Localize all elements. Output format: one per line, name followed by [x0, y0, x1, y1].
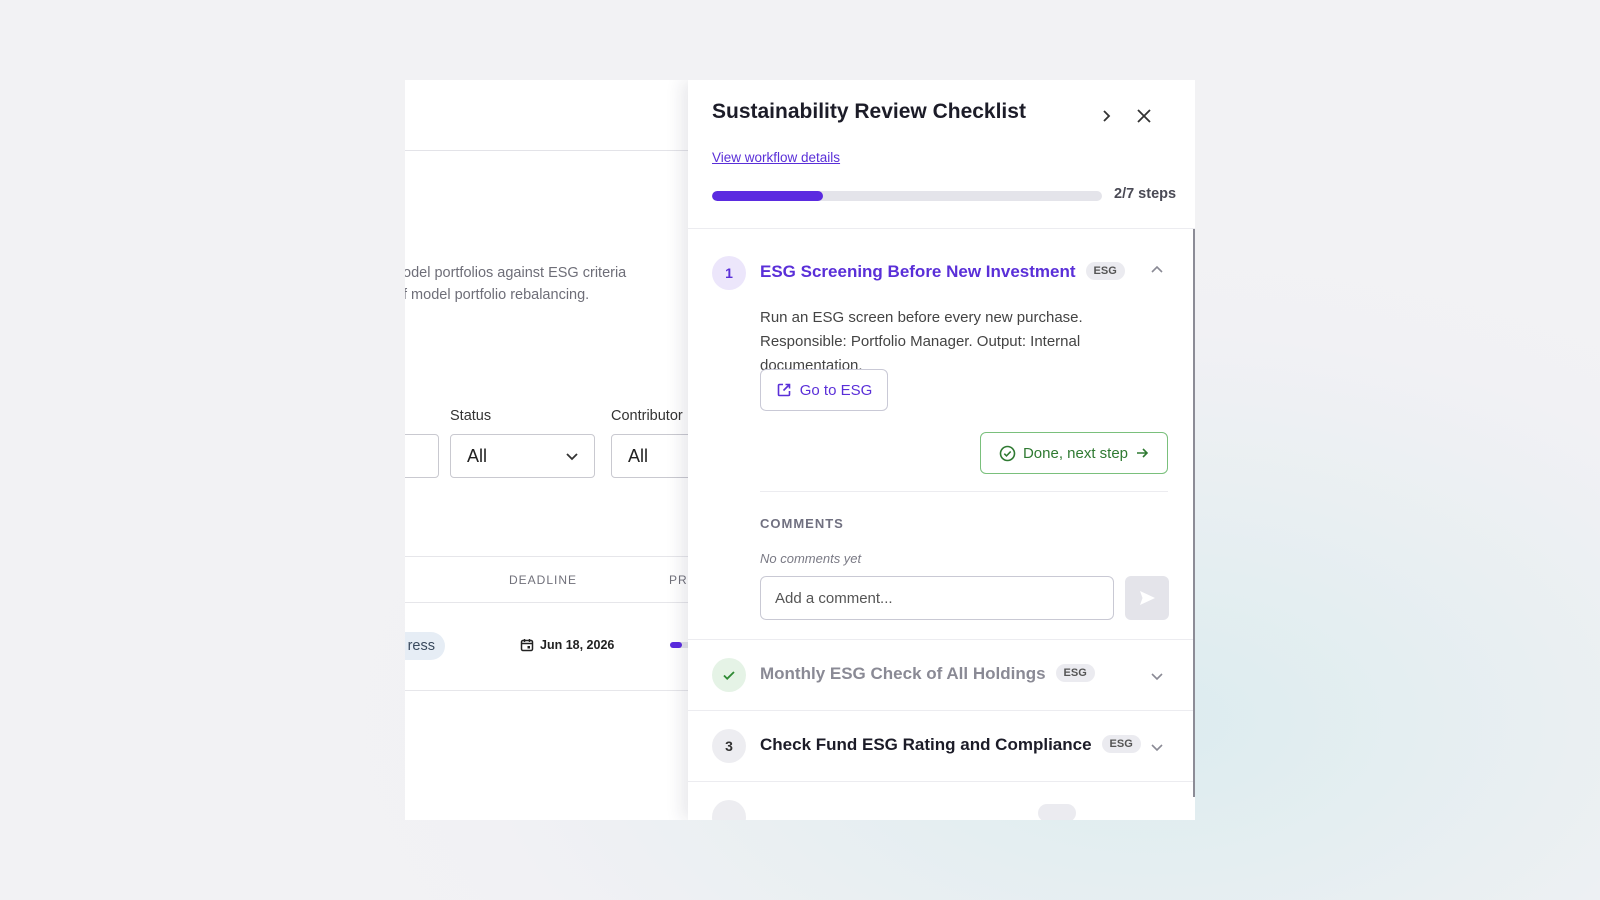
step-tag [1038, 804, 1076, 820]
panel-title: Sustainability Review Checklist [712, 100, 1026, 123]
status-filter-value: All [467, 445, 488, 466]
steps-progress-label: 2/7 steps [1114, 186, 1177, 202]
step-completed-badge [712, 658, 746, 692]
no-comments-text: No comments yet [760, 551, 862, 566]
check-circle-icon [999, 445, 1016, 461]
chevron-up-icon[interactable] [1149, 262, 1165, 278]
comment-input[interactable] [760, 576, 1114, 620]
status-filter-label: Status [450, 408, 492, 424]
status-filter-select[interactable]: All [450, 434, 595, 478]
comments-heading: COMMENTS [760, 516, 844, 531]
description-line-1: odel portfolios against ESG criteria [405, 265, 627, 281]
close-icon [1137, 109, 1151, 123]
step-number-badge: 1 [712, 256, 746, 290]
app-frame: odel portfolios against ESG criteria f m… [405, 80, 1195, 820]
table-row[interactable]: ress Jun 18, 2026 [405, 602, 710, 691]
description-line-2: f model portfolio rebalancing. [405, 287, 590, 303]
contributor-filter-value: All [628, 445, 649, 466]
status-badge-text: ress [407, 638, 435, 654]
step-item-3[interactable]: 3 Check Fund ESG Rating and Compliance ES… [688, 711, 1193, 782]
checklist-panel: Sustainability Review Checklist View wor… [688, 80, 1195, 820]
deadline-text: Jun 18, 2026 [540, 638, 615, 652]
steps-list[interactable]: 1 ESG Screening Before New Investment ESG… [688, 229, 1195, 820]
contributor-filter-label: Contributor [611, 408, 683, 424]
table-header: DEADLINE PRO [405, 556, 697, 603]
step-tag: ESG [1055, 663, 1095, 682]
scrollbar[interactable] [1193, 229, 1195, 797]
panel-header: Sustainability Review Checklist View wor… [688, 80, 1195, 229]
steps-progress-fill [712, 191, 824, 201]
step-title: Monthly ESG Check of All Holdings [760, 664, 1046, 683]
close-panel-button[interactable] [1132, 104, 1156, 128]
calendar-icon [520, 639, 534, 652]
step-title: Check Fund ESG Rating and Compliance [760, 735, 1092, 754]
chevron-down-icon[interactable] [1149, 739, 1165, 755]
step-tag: ESG [1085, 261, 1125, 280]
step-header-1[interactable]: ESG Screening Before New Investment ESG [760, 261, 1125, 282]
step-tag: ESG [1101, 734, 1141, 753]
step-header-2: Monthly ESG Check of All Holdings ESG [760, 663, 1095, 684]
step-item-1: 1 ESG Screening Before New Investment ESG… [688, 229, 1193, 640]
comments-divider [760, 491, 1168, 492]
chevron-down-icon [566, 453, 578, 461]
step-header-3: Check Fund ESG Rating and Compliance ESG [760, 734, 1141, 755]
send-comment-button[interactable] [1125, 576, 1169, 620]
background-topbar [405, 80, 695, 151]
check-icon [723, 671, 735, 680]
collapse-panel-button[interactable] [1094, 104, 1118, 128]
step-description: Run an ESG screen before every new purch… [760, 309, 1083, 374]
step-number-badge [712, 800, 746, 820]
steps-progress-bar [712, 191, 1102, 201]
done-next-step-label: Done, next step [1022, 444, 1129, 462]
done-next-step-button[interactable]: Done, next step [980, 432, 1168, 474]
arrow-right-icon [1137, 448, 1149, 458]
background-page: odel portfolios against ESG criteria f m… [405, 80, 731, 820]
deadline-cell: Jun 18, 2026 [520, 638, 614, 652]
search-filter-input[interactable] [405, 434, 439, 478]
row-progress-fill [670, 642, 682, 648]
column-deadline: DEADLINE [509, 573, 578, 587]
status-badge: ress [405, 632, 445, 660]
view-workflow-link[interactable]: View workflow details [712, 150, 840, 165]
chevron-down-icon[interactable] [1149, 668, 1165, 684]
chevron-right-icon [1103, 110, 1111, 122]
background-description: odel portfolios against ESG criteria f m… [405, 262, 695, 306]
step-number-badge: 3 [712, 729, 746, 763]
go-to-esg-label: Go to ESG [799, 381, 873, 399]
step-title: ESG Screening Before New Investment [760, 262, 1076, 281]
go-to-esg-button[interactable]: Go to ESG [760, 369, 888, 411]
external-link-icon [777, 383, 791, 397]
step-item-4[interactable] [688, 782, 1193, 820]
step-item-2[interactable]: Monthly ESG Check of All Holdings ESG [688, 640, 1193, 711]
send-icon [1140, 591, 1155, 605]
